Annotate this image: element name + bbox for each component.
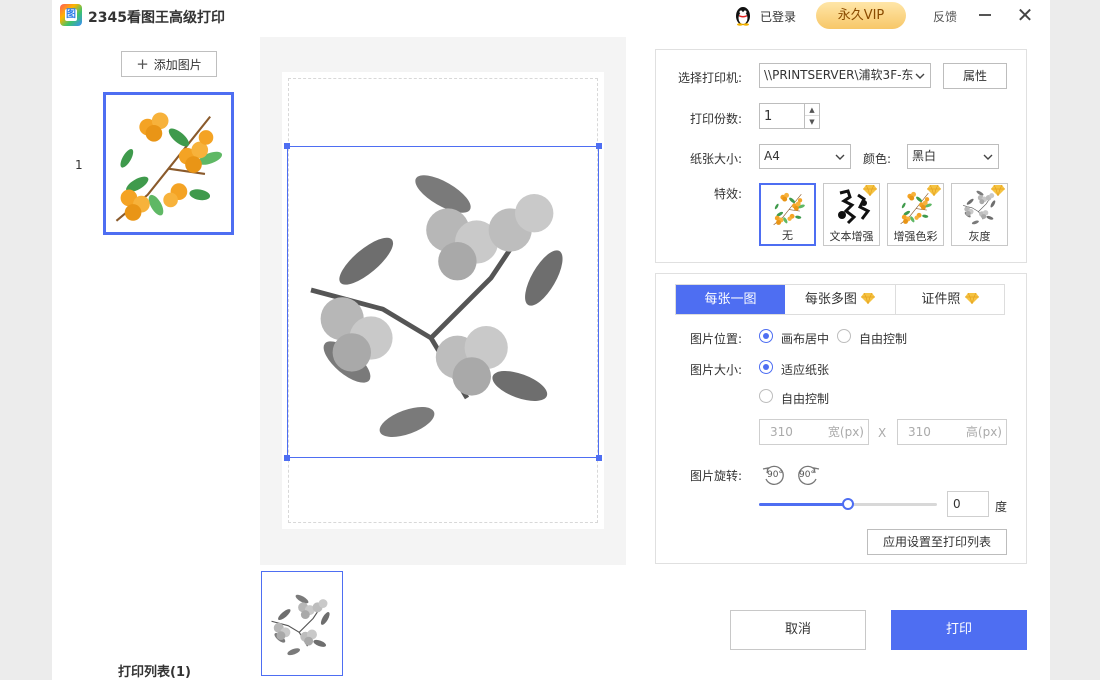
rotation-slider[interactable] xyxy=(759,498,937,510)
copies-increment-button[interactable]: ▲ xyxy=(805,104,819,116)
position-free-label[interactable]: 自由控制 xyxy=(859,330,907,347)
position-free-radio[interactable] xyxy=(837,329,851,343)
effect-text-enhance[interactable]: 文本增强 xyxy=(823,183,880,246)
print-preview-area xyxy=(260,37,626,565)
paper-size-label: 纸张大小: xyxy=(690,152,743,166)
copies-value: 1 xyxy=(764,109,773,124)
title-bar: 图 2345看图王高级打印 已登录 永久VIP 反馈 ✕ xyxy=(52,0,1050,32)
login-status[interactable]: 已登录 xyxy=(760,8,796,25)
chevron-down-icon xyxy=(982,151,994,163)
vip-button[interactable]: 永久VIP xyxy=(816,2,906,29)
copies-stepper: ▲ ▼ xyxy=(805,103,820,129)
rotation-label: 图片旋转: xyxy=(690,469,743,483)
size-fit-label[interactable]: 适应纸张 xyxy=(781,361,829,378)
rotation-slider-fill xyxy=(759,503,848,506)
rotate-right-icon[interactable]: 90° xyxy=(795,463,821,489)
effect-none-label: 无 xyxy=(782,229,793,242)
image-thumbnail-selected[interactable] xyxy=(103,92,234,235)
page-thumbnail[interactable] xyxy=(261,571,343,676)
app-window: 图 2345看图王高级打印 已登录 永久VIP 反馈 ✕ + 添加图片 1 打印列… xyxy=(52,0,1050,680)
page-thumbnail-image xyxy=(266,588,338,660)
print-button[interactable]: 打印 xyxy=(891,610,1027,650)
image-selection-box[interactable] xyxy=(284,143,602,461)
width-unit: 宽(px) xyxy=(827,425,864,439)
position-center-label[interactable]: 画布居中 xyxy=(781,330,829,347)
height-input[interactable]: 310 高(px) xyxy=(897,419,1007,445)
diamond-icon xyxy=(965,293,979,304)
tab-multi-per-page[interactable]: 每张多图 xyxy=(785,285,896,314)
resize-handle-top-left[interactable] xyxy=(284,143,290,149)
add-image-label: 添加图片 xyxy=(153,58,202,72)
chevron-down-icon xyxy=(914,70,926,82)
size-free-radio[interactable] xyxy=(759,389,773,403)
effect-grayscale-label: 灰度 xyxy=(968,230,991,243)
effects-label: 特效: xyxy=(714,187,743,201)
rotation-slider-handle[interactable] xyxy=(842,498,854,510)
effect-none[interactable]: 无 xyxy=(759,183,816,246)
rotation-unit: 度 xyxy=(995,500,1008,514)
resize-handle-bottom-right[interactable] xyxy=(596,455,602,461)
resize-handle-top-right[interactable] xyxy=(596,143,602,149)
plus-icon: + xyxy=(136,55,149,73)
effect-color-enhance[interactable]: 增强色彩 xyxy=(887,183,944,246)
effect-text-enhance-label: 文本增强 xyxy=(829,230,874,243)
cancel-button[interactable]: 取消 xyxy=(730,610,866,650)
diamond-icon xyxy=(863,185,877,196)
printer-label: 选择打印机: xyxy=(678,71,743,85)
color-label: 颜色: xyxy=(863,152,892,166)
diamond-icon xyxy=(991,185,1005,196)
copies-input[interactable]: 1 xyxy=(759,103,805,129)
diamond-icon xyxy=(861,293,875,304)
size-separator: X xyxy=(878,426,887,440)
printer-value: \\PRINTSERVER\浦软3F-东 xyxy=(764,68,914,82)
add-image-button[interactable]: + 添加图片 xyxy=(121,51,217,77)
rotation-value: 0 xyxy=(953,497,961,511)
feedback-link[interactable]: 反馈 xyxy=(933,8,957,25)
size-fit-radio[interactable] xyxy=(759,360,773,374)
app-logo-icon: 图 xyxy=(60,4,82,26)
minimize-button[interactable] xyxy=(976,6,994,24)
rotate-left-label: 90° xyxy=(767,470,783,480)
position-center-radio[interactable] xyxy=(759,329,773,343)
copies-decrement-button[interactable]: ▼ xyxy=(805,116,819,128)
width-input[interactable]: 310 宽(px) xyxy=(759,419,869,445)
printer-properties-button[interactable]: 属性 xyxy=(943,63,1007,89)
app-title: 2345看图王高级打印 xyxy=(88,10,225,26)
paper-size-value: A4 xyxy=(764,149,780,163)
layout-tabs: 每张一图 每张多图 证件照 xyxy=(675,284,1005,315)
height-value: 310 xyxy=(908,425,931,439)
effect-none-preview xyxy=(767,188,811,228)
chevron-down-icon xyxy=(834,151,846,163)
color-value: 黑白 xyxy=(912,149,937,163)
size-label: 图片大小: xyxy=(690,363,743,377)
tab-id-photo[interactable]: 证件照 xyxy=(896,285,1004,314)
tab-one-per-page[interactable]: 每张一图 xyxy=(676,285,785,314)
effect-grayscale[interactable]: 灰度 xyxy=(951,183,1008,246)
height-unit: 高(px) xyxy=(965,425,1002,439)
print-list-label: 打印列表(1) xyxy=(118,665,191,680)
rotate-right-label: 90° xyxy=(799,470,815,480)
resize-handle-bottom-left[interactable] xyxy=(284,455,290,461)
loquat-thumbnail-image xyxy=(106,95,231,232)
apply-to-print-list-button[interactable]: 应用设置至打印列表 xyxy=(867,529,1007,555)
copies-label: 打印份数: xyxy=(690,112,743,126)
printer-select[interactable]: \\PRINTSERVER\浦软3F-东 xyxy=(759,63,931,88)
size-free-label[interactable]: 自由控制 xyxy=(781,390,829,407)
qq-penguin-icon[interactable] xyxy=(733,4,753,26)
color-select[interactable]: 黑白 xyxy=(907,144,999,169)
diamond-icon xyxy=(927,185,941,196)
close-button[interactable]: ✕ xyxy=(1015,4,1035,26)
rotation-input[interactable]: 0 xyxy=(947,491,989,517)
width-value: 310 xyxy=(770,425,793,439)
effect-color-enhance-label: 增强色彩 xyxy=(893,230,938,243)
thumbnail-index: 1 xyxy=(75,158,83,172)
rotate-left-icon[interactable]: 90° xyxy=(761,463,787,489)
paper-size-select[interactable]: A4 xyxy=(759,144,851,169)
position-label: 图片位置: xyxy=(690,332,743,346)
